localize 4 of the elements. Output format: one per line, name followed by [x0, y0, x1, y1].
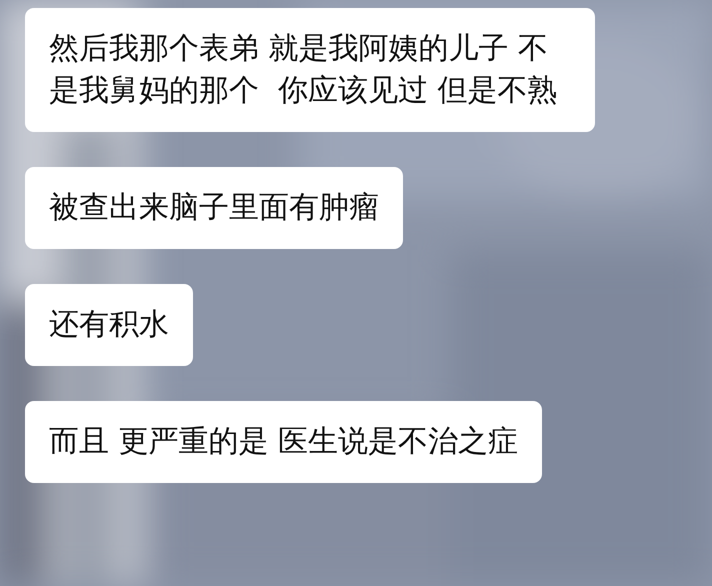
message-bubble: 然后我那个表弟 就是我阿姨的儿子 不是我舅妈的那个 你应该见过 但是不熟	[25, 8, 595, 132]
message-bubble: 还有积水	[25, 284, 193, 366]
message-bubble: 而且 更严重的是 医生说是不治之症	[25, 401, 542, 483]
message-bubble: 被查出来脑子里面有肿瘤	[25, 167, 403, 249]
